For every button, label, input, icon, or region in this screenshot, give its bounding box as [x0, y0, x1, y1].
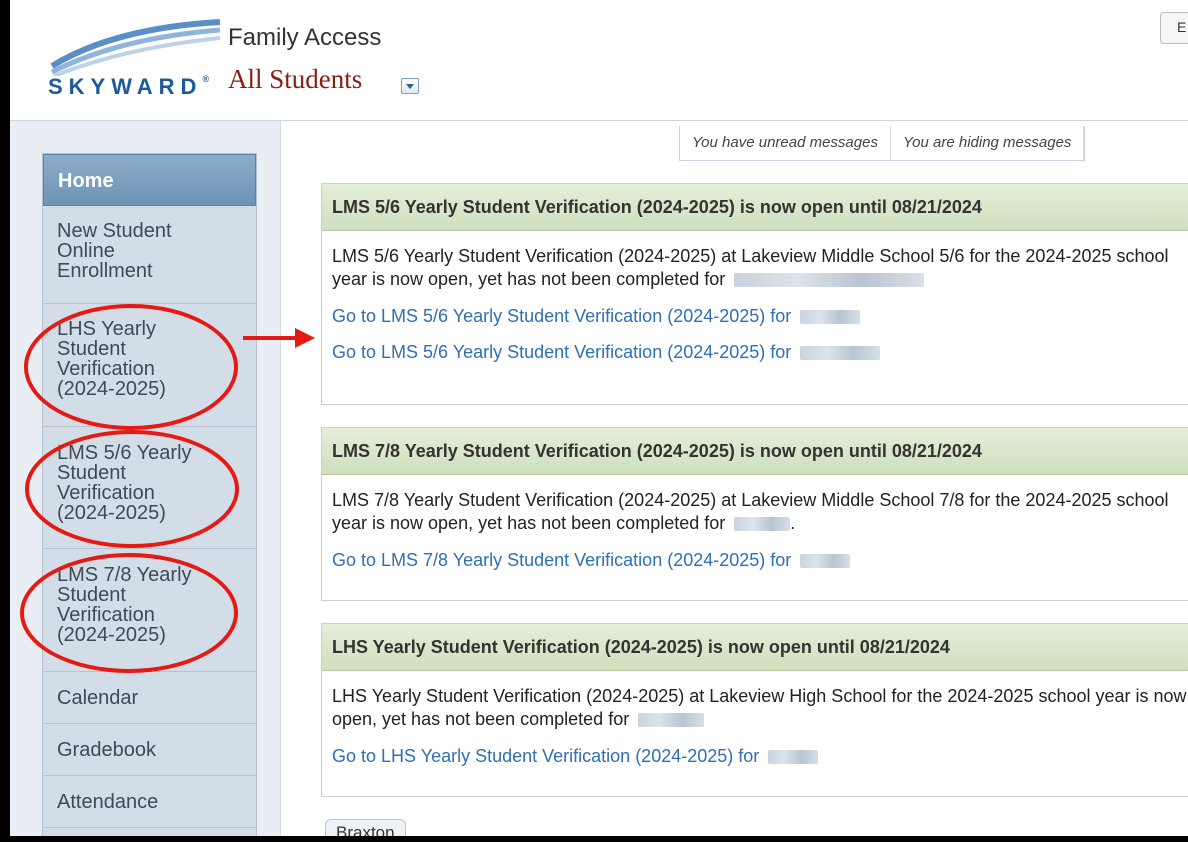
- sidebar-item-calendar[interactable]: Calendar: [43, 672, 256, 724]
- redacted-name: [734, 273, 925, 288]
- redacted-name: [800, 554, 851, 569]
- card-header: LMS 5/6 Yearly Student Verification (202…: [322, 184, 1188, 231]
- annotation-circle: [24, 304, 238, 430]
- verification-card-lms56: LMS 5/6 Yearly Student Verification (202…: [321, 183, 1188, 405]
- header: SKYWARD® Family Access All Students E: [10, 0, 1188, 121]
- card-description: LMS 7/8 Yearly Student Verification (202…: [332, 489, 1188, 535]
- sidebar-item-label: Calendar: [57, 687, 139, 709]
- card-title: LMS 7/8 Yearly Student Verification (202…: [332, 441, 982, 461]
- redacted-name: [800, 346, 881, 361]
- verification-link-text: Go to LMS 5/6 Yearly Student Verificatio…: [332, 342, 792, 362]
- main-panel: You have unread messages You are hiding …: [280, 121, 1188, 836]
- annotation-circle: [25, 430, 239, 548]
- card-description: LMS 5/6 Yearly Student Verification (202…: [332, 245, 1188, 291]
- annotation-circle: [20, 553, 238, 673]
- sidebar-item-label: Attendance: [57, 791, 159, 813]
- card-description-suffix: .: [790, 513, 796, 533]
- verification-link-text: Go to LHS Yearly Student Verification (2…: [332, 746, 760, 766]
- browser-frame: SKYWARD® Family Access All Students E Ho…: [10, 0, 1188, 836]
- card-description: LHS Yearly Student Verification (2024-20…: [332, 685, 1188, 731]
- verification-link[interactable]: Go to LMS 5/6 Yearly Student Verificatio…: [332, 341, 1188, 363]
- card-title: LMS 5/6 Yearly Student Verification (202…: [332, 197, 982, 217]
- verification-link-text: Go to LMS 5/6 Yearly Student Verificatio…: [332, 306, 792, 326]
- redacted-name: [638, 713, 705, 728]
- message-tabs: You have unread messages You are hiding …: [679, 126, 1086, 161]
- sidebar-item-label: Home: [58, 170, 114, 192]
- sidebar-item-new-student-enrollment[interactable]: New Student Online Enrollment: [43, 207, 256, 304]
- verification-link-text: Go to LMS 7/8 Yearly Student Verificatio…: [332, 550, 792, 570]
- redacted-name: [768, 750, 819, 765]
- student-selector[interactable]: All Students: [228, 64, 362, 95]
- hiding-messages-link[interactable]: You are hiding messages: [891, 126, 1085, 160]
- sidebar-item-label: Gradebook: [57, 739, 156, 761]
- verification-link[interactable]: Go to LMS 5/6 Yearly Student Verificatio…: [332, 305, 1188, 327]
- logo-swoosh-icon: [50, 19, 221, 78]
- sidebar-item-attendance[interactable]: Attendance: [43, 776, 256, 828]
- student-tab[interactable]: Braxton: [325, 819, 406, 836]
- logo-wordmark: SKYWARD®: [48, 74, 210, 99]
- app-title: Family Access: [228, 24, 382, 51]
- skyward-logo: SKYWARD®: [44, 16, 224, 106]
- card-header: LHS Yearly Student Verification (2024-20…: [322, 624, 1188, 671]
- verification-card-lhs: LHS Yearly Student Verification (2024-20…: [321, 623, 1188, 797]
- student-dropdown-icon[interactable]: [401, 78, 419, 94]
- card-title: LHS Yearly Student Verification (2024-20…: [332, 637, 950, 657]
- sidebar-item-label-line: Online: [57, 240, 115, 262]
- annotation-arrow-icon: [243, 328, 315, 348]
- sidebar-item-label-line: Enrollment: [57, 260, 153, 282]
- top-right-button[interactable]: E: [1160, 12, 1188, 44]
- sidebar-item-home[interactable]: Home: [43, 154, 256, 206]
- verification-link[interactable]: Go to LHS Yearly Student Verification (2…: [332, 745, 1188, 767]
- redacted-name: [800, 310, 861, 325]
- verification-card-lms78: LMS 7/8 Yearly Student Verification (202…: [321, 427, 1188, 601]
- sidebar-item-label-line: New Student: [57, 220, 172, 242]
- verification-link[interactable]: Go to LMS 7/8 Yearly Student Verificatio…: [332, 549, 1188, 571]
- card-header: LMS 7/8 Yearly Student Verification (202…: [322, 428, 1188, 475]
- sidebar-item-gradebook[interactable]: Gradebook: [43, 724, 256, 776]
- unread-messages-link[interactable]: You have unread messages: [680, 126, 891, 160]
- redacted-name: [734, 517, 791, 532]
- card-description-text: LHS Yearly Student Verification (2024-20…: [332, 686, 1187, 729]
